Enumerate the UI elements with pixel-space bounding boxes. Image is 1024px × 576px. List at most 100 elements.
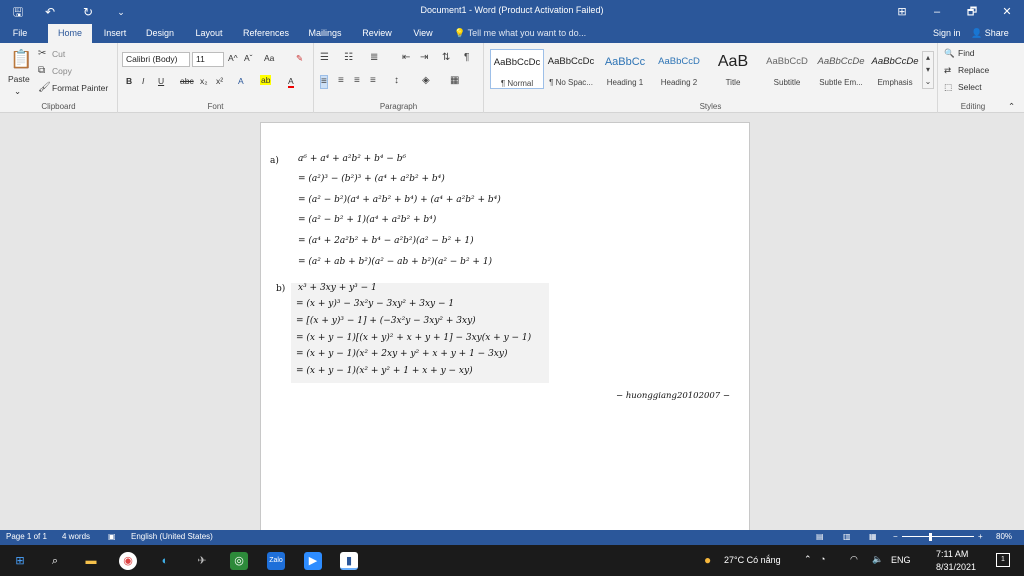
cut-button[interactable]: Cut (52, 49, 65, 59)
weather-text[interactable]: 27°C Có nắng (724, 555, 781, 565)
style-heading-2[interactable]: AaBbCcD Heading 2 (652, 49, 706, 89)
underline-button[interactable]: U (158, 76, 164, 86)
read-mode-icon[interactable]: ▤ (816, 532, 824, 541)
math-line: = (x + y − 1)[(x + y)² + x + y + 1] − 3x… (296, 333, 532, 343)
align-left-icon[interactable]: ≡ (320, 75, 328, 89)
increase-indent-icon[interactable]: ⇥ (420, 52, 428, 64)
zalo-icon[interactable]: Zalo (267, 552, 285, 570)
grow-font-button[interactable]: A^ (228, 53, 238, 63)
zoom-out-icon[interactable]: − (893, 532, 898, 541)
document-page[interactable]: a) a⁶ + a⁴ + a²b² + b⁴ − b⁶ = (a²)³ − (b… (260, 122, 750, 542)
search-icon[interactable]: ⌕ (46, 552, 64, 570)
ribbon-display-options-icon[interactable]: ⊞ (885, 0, 919, 24)
style-normal[interactable]: AaBbCcDc ¶ Normal (490, 49, 544, 89)
decrease-indent-icon[interactable]: ⇤ (402, 52, 410, 64)
clock-date[interactable]: 8/31/2021 (936, 562, 976, 572)
style-emphasis[interactable]: AaBbCcDe Emphasis (868, 49, 922, 89)
tell-me-box[interactable]: 💡 Tell me what you want to do... (454, 24, 586, 43)
borders-icon[interactable]: ▦ (450, 75, 459, 87)
format-painter-button[interactable]: Format Painter (52, 83, 108, 93)
green-app-icon[interactable]: ◎ (230, 552, 248, 570)
notifications-icon[interactable]: 1 (996, 553, 1010, 567)
replace-button[interactable]: Replace (958, 65, 989, 75)
text-effects-button[interactable]: A (238, 76, 244, 86)
line-spacing-icon[interactable]: ↕ (394, 75, 399, 87)
paste-icon[interactable]: 📋 (10, 48, 32, 70)
language-tray[interactable]: ENG (891, 555, 911, 565)
show-marks-icon[interactable]: ¶ (464, 52, 469, 64)
change-case-button[interactable]: Aa (264, 53, 274, 63)
copy-button[interactable]: Copy (52, 66, 72, 76)
styles-scroll-icon[interactable]: ▴ ▾ ⌄ (922, 51, 934, 89)
part-a-label: a) (270, 156, 279, 166)
justify-icon[interactable]: ≡ (370, 75, 376, 87)
tab-review[interactable]: Review (356, 24, 398, 43)
paste-dropdown-icon[interactable]: ⌄ (14, 86, 21, 97)
zoom-app-icon[interactable]: ▶ (304, 552, 322, 570)
tab-view[interactable]: View (406, 24, 440, 43)
network-icon[interactable]: ◔ (820, 554, 825, 564)
bullets-icon[interactable]: ☰ (320, 52, 329, 64)
share-button[interactable]: 👤 Share (971, 24, 1024, 43)
collapse-ribbon-icon[interactable]: ⌃ (1008, 101, 1015, 112)
shrink-font-button[interactable]: Aˇ (244, 53, 253, 63)
tab-design[interactable]: Design (141, 24, 179, 43)
font-color-button[interactable]: A (288, 76, 294, 88)
multilevel-list-icon[interactable]: ≣ (370, 52, 378, 64)
highlight-color-icon[interactable]: ab (260, 75, 272, 85)
minimize-button[interactable]: – (920, 0, 954, 24)
italic-button[interactable]: I (142, 76, 144, 86)
font-size-combo[interactable]: 11 (192, 52, 224, 67)
tab-file[interactable]: File (0, 24, 40, 43)
sort-icon[interactable]: ⇅ (442, 52, 450, 64)
align-right-icon[interactable]: ≡ (354, 75, 360, 87)
style-title[interactable]: AaB Title (706, 49, 760, 89)
paste-button[interactable]: Paste (8, 74, 30, 84)
page-count[interactable]: Page 1 of 1 (6, 532, 47, 541)
font-name-combo[interactable]: Calibri (Body) (122, 52, 190, 67)
clock-time[interactable]: 7:11 AM (936, 549, 968, 559)
close-button[interactable]: ✕ (990, 0, 1024, 24)
volume-icon[interactable]: 🔈 (872, 554, 883, 565)
web-layout-icon[interactable]: ▦ (869, 532, 877, 541)
edge-icon[interactable]: ◐ (156, 552, 174, 570)
tab-references[interactable]: References (238, 24, 294, 43)
tab-layout[interactable]: Layout (189, 24, 229, 43)
style-subtitle[interactable]: AaBbCcD Subtitle (760, 49, 814, 89)
print-layout-icon[interactable]: ▥ (843, 532, 851, 541)
app-icon[interactable]: ✈ (193, 552, 211, 570)
chrome-icon[interactable]: ◉ (119, 552, 137, 570)
subscript-button[interactable]: x₂ (200, 76, 208, 86)
file-explorer-icon[interactable]: ▬ (82, 552, 100, 570)
find-button[interactable]: Find (958, 48, 975, 58)
style-heading-1[interactable]: AaBbCc Heading 1 (598, 49, 652, 89)
sign-in-link[interactable]: Sign in (933, 24, 961, 43)
word-count[interactable]: 4 words (62, 532, 90, 541)
document-area[interactable]: a) a⁶ + a⁴ + a²b² + b⁴ − b⁶ = (a²)³ − (b… (0, 114, 1024, 542)
zoom-in-icon[interactable]: + (978, 532, 983, 541)
style-no-spacing[interactable]: AaBbCcDc ¶ No Spac... (544, 49, 598, 89)
bold-button[interactable]: B (126, 76, 132, 86)
word-document-icon[interactable]: ▮ (340, 552, 358, 570)
shading-icon[interactable]: ◈ (422, 75, 430, 87)
style-subtle-emphasis[interactable]: AaBbCcDe Subtle Em... (814, 49, 868, 89)
zoom-slider[interactable] (902, 536, 974, 537)
zoom-level[interactable]: 80% (996, 532, 1012, 541)
windows-start-icon[interactable]: ⊞ (11, 552, 29, 570)
superscript-button[interactable]: x² (216, 76, 223, 86)
tab-insert[interactable]: Insert (98, 24, 132, 43)
numbering-icon[interactable]: ☷ (344, 52, 353, 64)
select-button[interactable]: Select (958, 82, 982, 92)
tab-home[interactable]: Home (48, 24, 92, 43)
zoom-slider-thumb[interactable] (929, 533, 932, 541)
proofing-icon[interactable]: ▣ (108, 532, 116, 541)
tray-chevron-icon[interactable]: ⌃ (804, 554, 812, 565)
align-center-icon[interactable]: ≡ (338, 75, 344, 87)
wifi-icon[interactable]: ◠ (850, 554, 858, 565)
strikethrough-button[interactable]: abc (180, 76, 194, 86)
style-name: Subtle Em... (819, 78, 863, 87)
maximize-button[interactable]: 🗗 (955, 0, 989, 24)
language-indicator[interactable]: English (United States) (131, 532, 213, 541)
tab-mailings[interactable]: Mailings (302, 24, 348, 43)
clear-formatting-icon[interactable]: ✎ (296, 53, 303, 64)
